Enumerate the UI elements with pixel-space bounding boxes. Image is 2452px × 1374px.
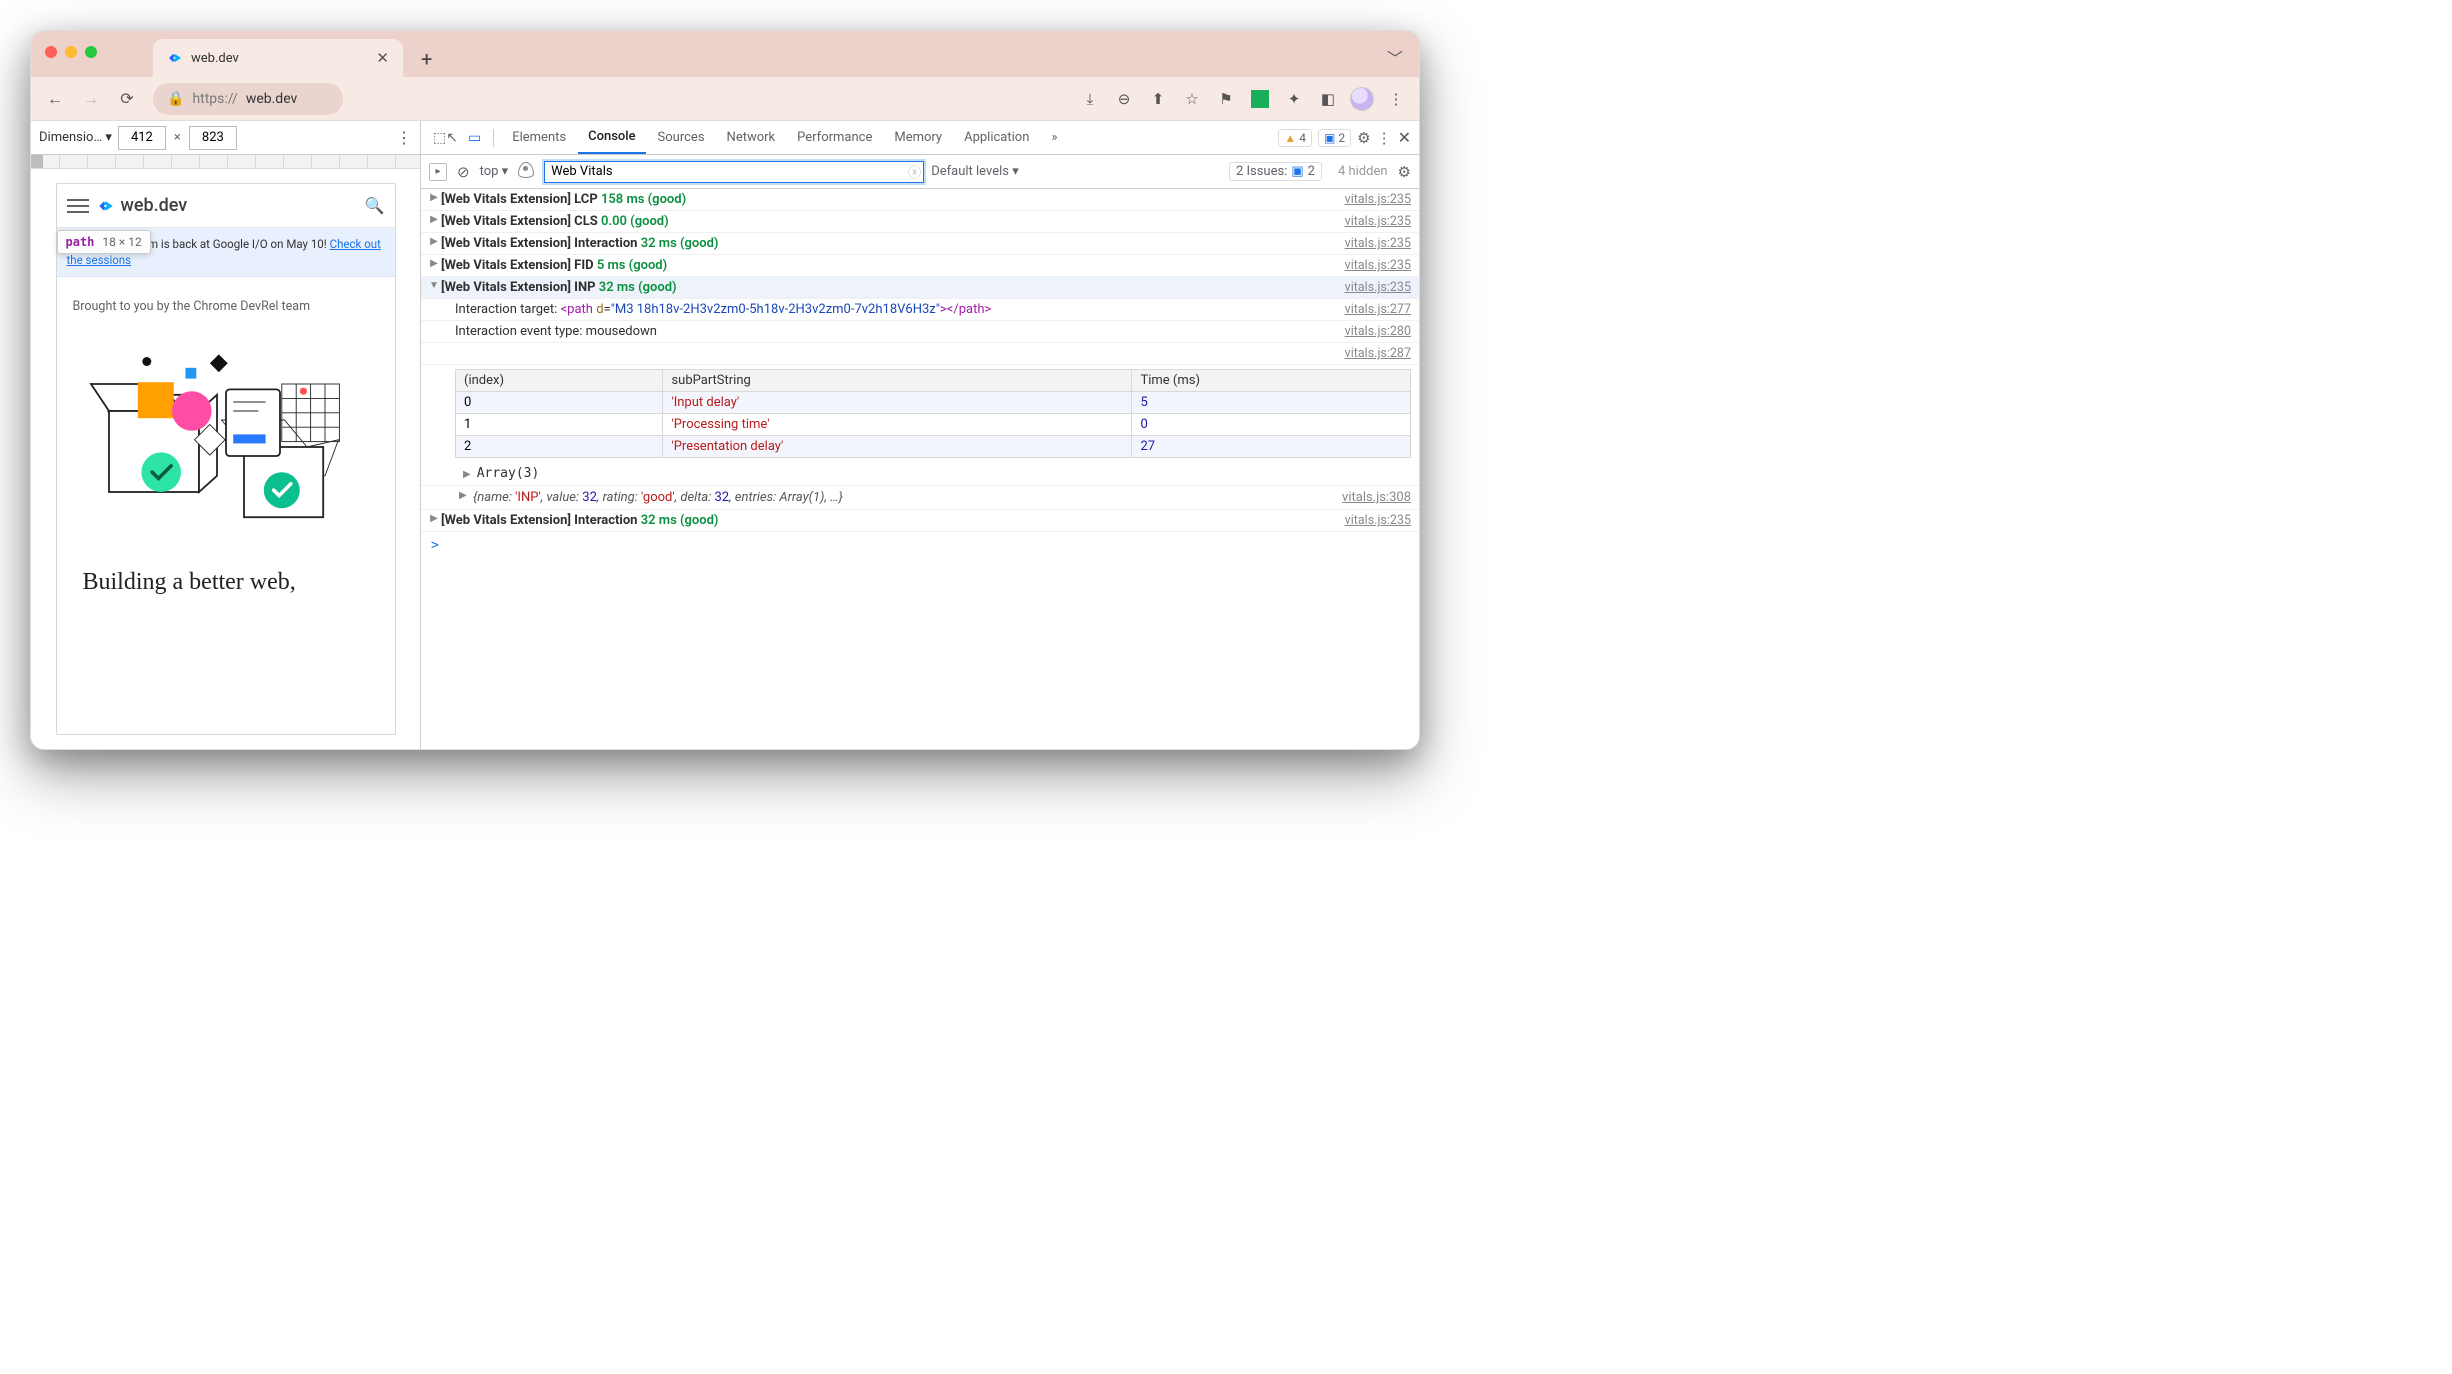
console-output: ▶[Web Vitals Extension] LCP 158 ms (good… <box>421 189 1419 749</box>
source-link[interactable]: vitals.js:280 <box>1345 324 1411 339</box>
tab-network[interactable]: Network <box>717 122 786 153</box>
live-expression-icon[interactable] <box>518 162 534 182</box>
console-table: (index)subPartStringTime (ms)0'Input del… <box>455 369 1411 458</box>
width-input[interactable] <box>118 126 166 150</box>
disclosure-triangle-icon[interactable]: ▶ <box>463 469 471 480</box>
disclosure-triangle-icon[interactable]: ▶ <box>459 490 473 505</box>
console-row[interactable]: ▶[Web Vitals Extension] LCP 158 ms (good… <box>421 189 1419 211</box>
tabs-more-icon[interactable]: » <box>1041 122 1067 153</box>
hero-illustration <box>73 328 379 548</box>
settings-gear-icon[interactable]: ⚙ <box>1357 129 1370 147</box>
browser-titlebar: web.dev ✕ + ﹀ <box>31 31 1419 77</box>
tab-console[interactable]: Console <box>578 121 645 154</box>
share-icon[interactable]: ⬆︎ <box>1143 84 1173 114</box>
nav-back-button[interactable]: ← <box>39 83 71 115</box>
devtools-close-icon[interactable]: ✕ <box>1398 128 1411 147</box>
dim-x: × <box>174 130 181 145</box>
traffic-close[interactable] <box>45 46 57 58</box>
browser-tab[interactable]: web.dev ✕ <box>153 39 403 77</box>
lock-icon: 🔒 <box>167 91 184 107</box>
puzzle-icon[interactable]: ✦ <box>1279 84 1309 114</box>
console-row[interactable]: ▶[Web Vitals Extension] CLS 0.00 (good)v… <box>421 211 1419 233</box>
clear-filter-icon[interactable]: ⓧ <box>908 162 921 181</box>
preview-headline: Building a better web, <box>83 568 369 597</box>
console-row[interactable]: ▶[Web Vitals Extension] Interaction 32 m… <box>421 233 1419 255</box>
height-input[interactable] <box>189 126 237 150</box>
preview-header: web.dev 🔍 <box>57 184 395 228</box>
console-settings-icon[interactable]: ⚙ <box>1398 163 1411 181</box>
source-link[interactable]: vitals.js:308 <box>1342 490 1411 505</box>
url-prefix: https:// <box>192 91 237 107</box>
source-link[interactable]: vitals.js:235 <box>1335 192 1411 207</box>
console-sidebar-toggle[interactable]: ▸ <box>429 163 447 181</box>
disclosure-triangle-icon[interactable]: ▶ <box>427 258 441 269</box>
source-link[interactable]: vitals.js:277 <box>1345 302 1411 317</box>
zoom-icon[interactable]: ⊖ <box>1109 84 1139 114</box>
source-link[interactable]: vitals.js:235 <box>1335 258 1411 273</box>
nav-forward-button[interactable]: → <box>75 83 107 115</box>
tab-sources[interactable]: Sources <box>648 122 715 153</box>
tabs-chevron-icon[interactable]: ﹀ <box>1387 45 1403 69</box>
bookmark-icon[interactable]: ☆ <box>1177 84 1207 114</box>
console-row[interactable]: ▶[Web Vitals Extension] Interaction 32 m… <box>421 510 1419 532</box>
omnibox[interactable]: 🔒 https:// web.dev <box>153 83 343 115</box>
hidden-count: 4 hidden <box>1338 164 1388 179</box>
issues-badge[interactable]: 2 Issues: ▣ 2 <box>1229 162 1322 181</box>
url-bar: ← → ⟳ 🔒 https:// web.dev ⤓ ⊖ ⬆︎ ☆ ⚑ ✦ ◧ ⋮ <box>31 77 1419 121</box>
tab-close-icon[interactable]: ✕ <box>376 49 389 67</box>
traffic-minimize[interactable] <box>65 46 77 58</box>
source-link[interactable]: vitals.js:235 <box>1335 214 1411 229</box>
log-levels-dropdown[interactable]: Default levels <box>931 164 1019 179</box>
device-mode-icon[interactable]: ▭ <box>464 130 485 146</box>
tab-application[interactable]: Application <box>954 122 1039 153</box>
devrel-line: Brought to you by the Chrome DevRel team <box>73 299 379 314</box>
new-tab-button[interactable]: + <box>413 41 440 77</box>
console-toolbar: ▸ ⊘ top ⓧ Default levels 2 Issues: ▣ 2 4… <box>421 155 1419 189</box>
tab-memory[interactable]: Memory <box>884 122 952 153</box>
console-row[interactable]: ▼[Web Vitals Extension] INP 32 ms (good)… <box>421 277 1419 299</box>
hamburger-icon[interactable] <box>67 199 89 213</box>
devtools-panel: ⬚↖ ▭ Elements Console Sources Network Pe… <box>421 121 1419 749</box>
disclosure-triangle-icon[interactable]: ▶ <box>427 214 441 225</box>
disclosure-triangle-icon[interactable]: ▼ <box>427 280 441 291</box>
context-dropdown[interactable]: top <box>480 164 509 179</box>
disclosure-triangle-icon[interactable]: ▶ <box>427 236 441 247</box>
dimensions-dropdown[interactable]: Dimensio… <box>39 130 112 145</box>
disclosure-triangle-icon[interactable]: ▶ <box>427 513 441 524</box>
messages-badge[interactable]: ▣2 <box>1318 129 1351 147</box>
warnings-badge[interactable]: ▲4 <box>1278 129 1312 147</box>
sidepanel-icon[interactable]: ◧ <box>1313 84 1343 114</box>
source-link[interactable]: vitals.js:235 <box>1335 513 1411 528</box>
devtools-menu-icon[interactable]: ⋮ <box>1377 129 1392 147</box>
source-link[interactable]: vitals.js:235 <box>1335 236 1411 251</box>
ruler <box>31 155 420 169</box>
preview-logo[interactable]: web.dev <box>97 195 188 216</box>
url-host: web.dev <box>246 91 298 107</box>
console-row[interactable]: ▶[Web Vitals Extension] FID 5 ms (good)v… <box>421 255 1419 277</box>
source-link[interactable]: vitals.js:235 <box>1335 280 1411 295</box>
responsive-viewport: web.dev 🔍 path 18 × 12 The Chrome team i… <box>56 183 396 735</box>
favicon-webdev <box>167 50 183 66</box>
tab-elements[interactable]: Elements <box>502 122 576 153</box>
inspect-tooltip: path 18 × 12 <box>57 230 151 254</box>
traffic-maximize[interactable] <box>85 46 97 58</box>
source-link[interactable]: vitals.js:287 <box>1345 346 1411 361</box>
device-toolbar-panel: Dimensio… × ⋮ web.dev 🔍 <box>31 121 421 749</box>
console-prompt[interactable]: > <box>421 532 1419 559</box>
browser-menu-icon[interactable]: ⋮ <box>1381 84 1411 114</box>
search-icon[interactable]: 🔍 <box>365 196 385 215</box>
download-icon[interactable]: ⤓ <box>1075 84 1105 114</box>
tab-title: web.dev <box>191 51 239 66</box>
clear-console-icon[interactable]: ⊘ <box>457 163 470 181</box>
tab-performance[interactable]: Performance <box>787 122 882 153</box>
extension-green-icon[interactable] <box>1245 84 1275 114</box>
inspect-picker-icon[interactable]: ⬚↖ <box>429 130 462 146</box>
device-toolbar-menu-icon[interactable]: ⋮ <box>396 128 412 147</box>
nav-reload-button[interactable]: ⟳ <box>111 83 143 115</box>
profile-avatar[interactable] <box>1347 84 1377 114</box>
devtools-tabs: ⬚↖ ▭ Elements Console Sources Network Pe… <box>421 121 1419 155</box>
console-filter-input[interactable] <box>544 161 924 183</box>
disclosure-triangle-icon[interactable]: ▶ <box>427 192 441 203</box>
flag-icon[interactable]: ⚑ <box>1211 84 1241 114</box>
